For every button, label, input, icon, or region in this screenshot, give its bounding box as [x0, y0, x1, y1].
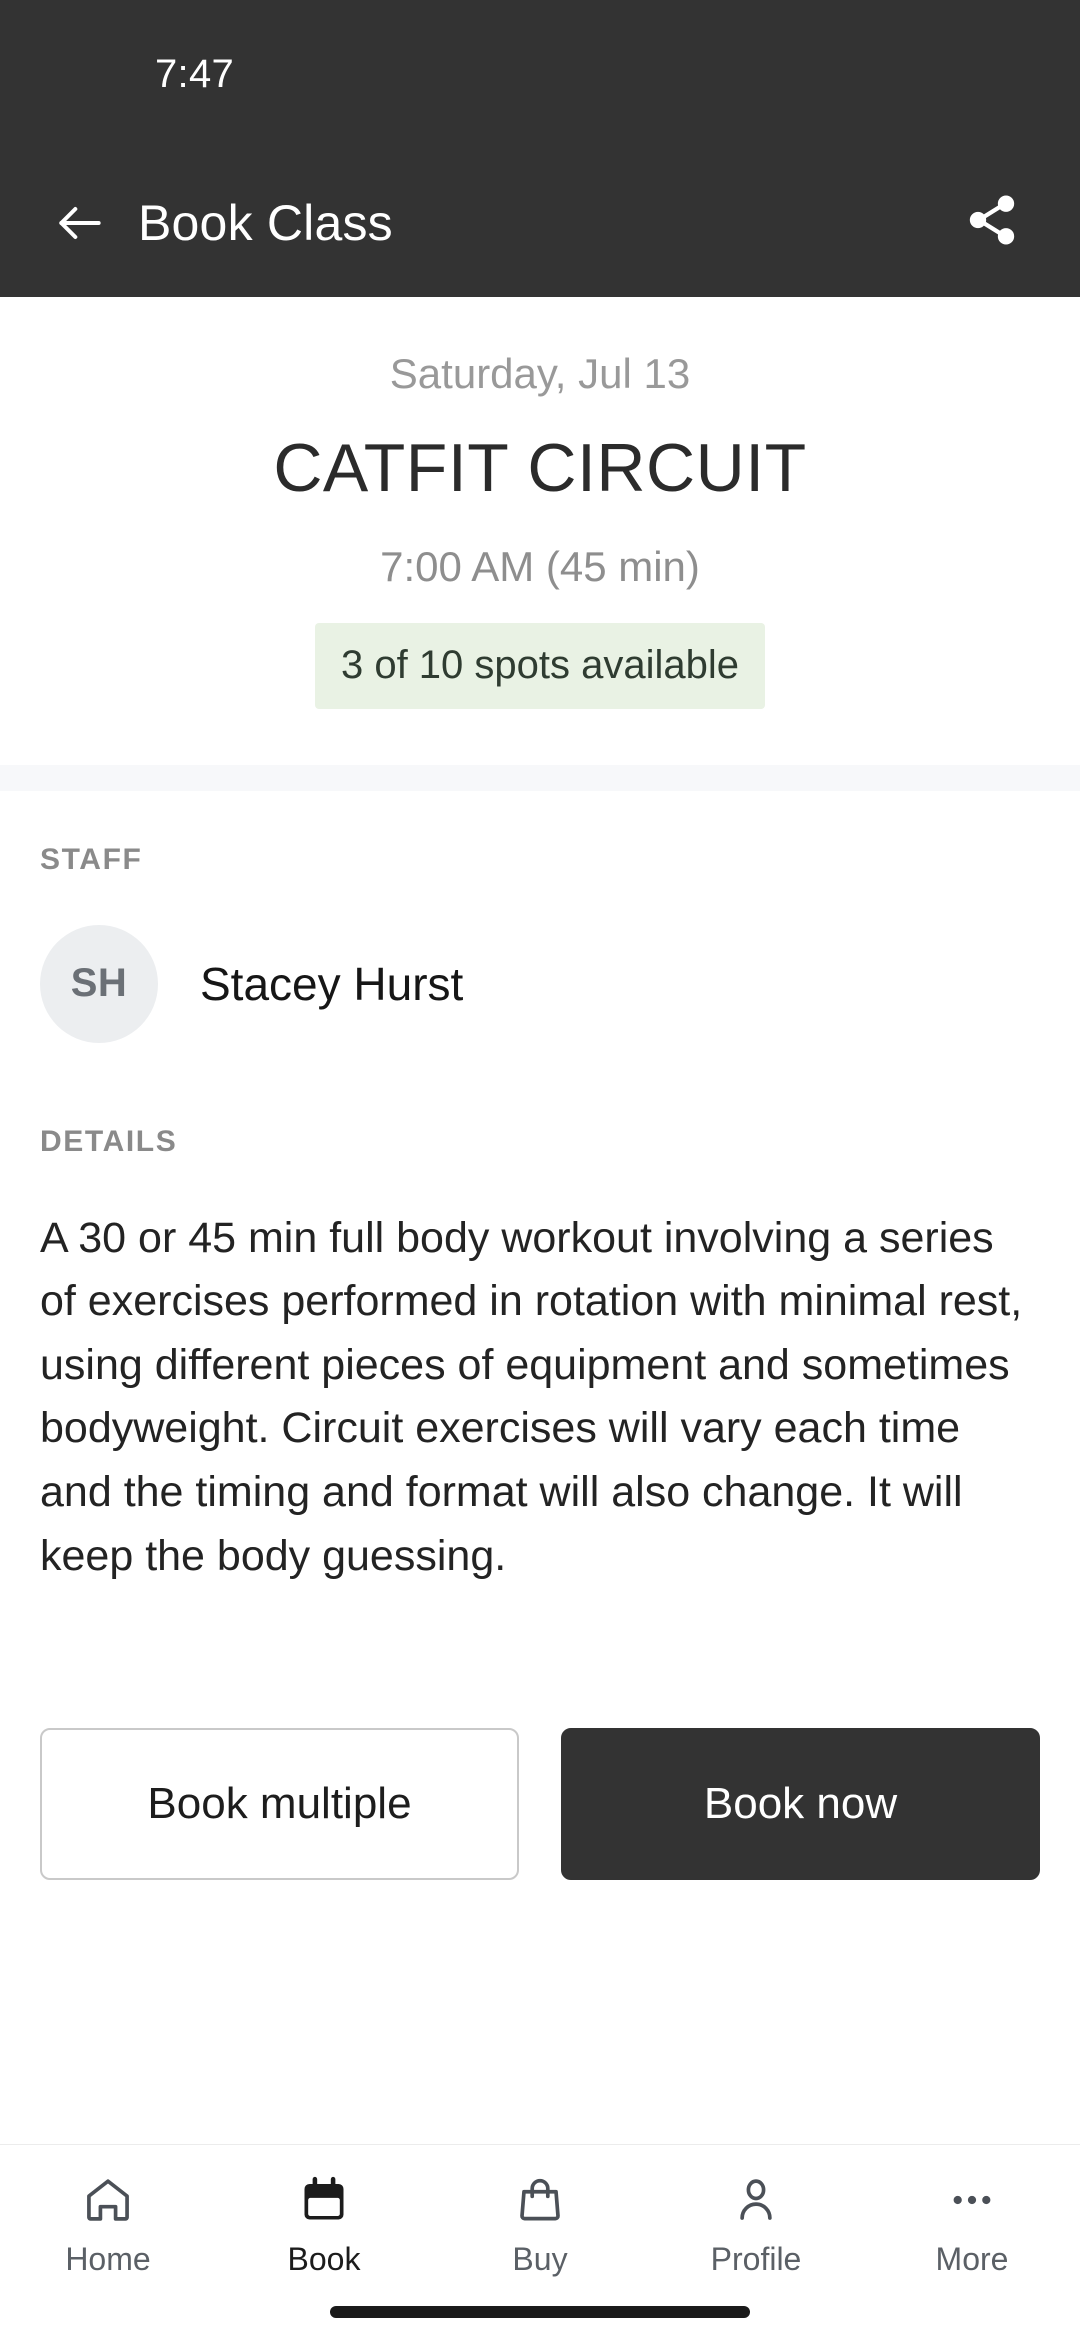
- nav-item-buy[interactable]: Buy: [432, 2171, 648, 2275]
- book-multiple-button[interactable]: Book multiple: [40, 1728, 519, 1881]
- avatar: SH: [40, 924, 158, 1043]
- nav-item-more[interactable]: More: [864, 2171, 1080, 2275]
- class-date: Saturday, Jul 13: [389, 350, 691, 397]
- share-button[interactable]: [954, 185, 1030, 261]
- class-description: A 30 or 45 min full body workout involvi…: [40, 1213, 1023, 1580]
- status-bar: 7:47: [0, 0, 1080, 148]
- nav-label-book: Book: [287, 2241, 361, 2277]
- booking-actions: Book multiple Book now: [0, 1728, 1080, 1881]
- page-title: Book Class: [138, 194, 393, 251]
- share-icon: [964, 192, 1020, 253]
- staff-row[interactable]: SH Stacey Hurst: [40, 924, 1040, 1043]
- back-button[interactable]: [48, 191, 112, 255]
- staff-name: Stacey Hurst: [200, 957, 464, 1010]
- more-dots-icon: [946, 2171, 998, 2229]
- calendar-icon: [298, 2171, 350, 2229]
- home-icon: [82, 2171, 134, 2229]
- class-name: CATFIT CIRCUIT: [273, 430, 807, 507]
- section-divider: [0, 764, 1080, 791]
- class-summary: Saturday, Jul 13 CATFIT CIRCUIT 7:00 AM …: [0, 297, 1080, 765]
- nav-label-more: More: [935, 2241, 1009, 2277]
- nav-label-home: Home: [65, 2241, 151, 2277]
- nav-label-profile: Profile: [710, 2241, 802, 2277]
- app-bar: Book Class: [0, 148, 1080, 297]
- arrow-left-icon: [52, 195, 108, 251]
- book-now-button[interactable]: Book now: [561, 1728, 1040, 1881]
- nav-item-home[interactable]: Home: [0, 2171, 216, 2275]
- nav-label-buy: Buy: [512, 2241, 568, 2277]
- phone-screen: 7:47 Book Class Saturday, Jul 13 CATFIT …: [0, 0, 1080, 2340]
- bag-icon: [514, 2171, 566, 2229]
- spots-available-badge: 3 of 10 spots available: [314, 622, 766, 709]
- person-icon: [730, 2171, 782, 2229]
- nav-item-book[interactable]: Book: [216, 2171, 432, 2275]
- nav-item-profile[interactable]: Profile: [648, 2171, 864, 2275]
- class-time: 7:00 AM (45 min): [380, 543, 700, 591]
- staff-section-label: STAFF: [40, 842, 143, 876]
- status-bar-clock: 7:47: [155, 51, 235, 96]
- class-detail-content: STAFF SH Stacey Hurst DETAILS A 30 or 45…: [0, 842, 1080, 1589]
- details-section-label: DETAILS: [40, 1124, 178, 1158]
- home-indicator[interactable]: [330, 2306, 750, 2318]
